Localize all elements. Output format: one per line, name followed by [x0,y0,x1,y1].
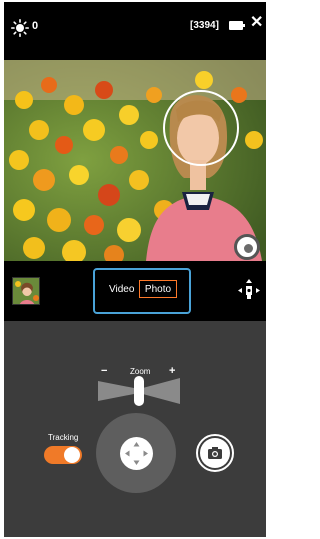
face-detection-frame [163,90,239,166]
mode-bar: Video Photo [4,261,266,321]
remaining-shots-count: [3394] [190,20,219,31]
camera-app-screen: 0 [3394] ✕ Video Photo − Zoom + Tracking [4,2,266,537]
zoom-in-icon[interactable]: + [169,365,175,377]
mode-photo-option[interactable]: Photo [139,280,177,298]
record-indicator-button[interactable] [234,234,260,260]
direction-pad-icon [125,442,148,465]
tracking-label: Tracking [48,433,79,442]
last-photo-thumbnail[interactable] [12,277,40,305]
zoom-slider-handle[interactable] [134,376,144,406]
mode-video-option[interactable]: Video [109,284,134,295]
sun-icon[interactable] [11,19,29,37]
tracking-toggle-knob[interactable] [64,447,80,463]
control-panel: − Zoom + Tracking [4,321,266,537]
mode-selector: Video Photo [93,268,191,314]
camera-icon [208,447,222,459]
camera-orientation-icon[interactable] [238,279,260,303]
exposure-value: 0 [32,20,39,32]
live-view-preview[interactable] [4,60,266,261]
battery-icon [229,21,245,30]
thumbnail-image [13,278,39,304]
live-view-image [4,60,266,261]
status-bar: 0 [3394] ✕ [4,2,266,60]
zoom-out-icon[interactable]: − [101,365,107,377]
close-icon[interactable]: ✕ [250,15,263,31]
zoom-label: Zoom [130,367,151,376]
